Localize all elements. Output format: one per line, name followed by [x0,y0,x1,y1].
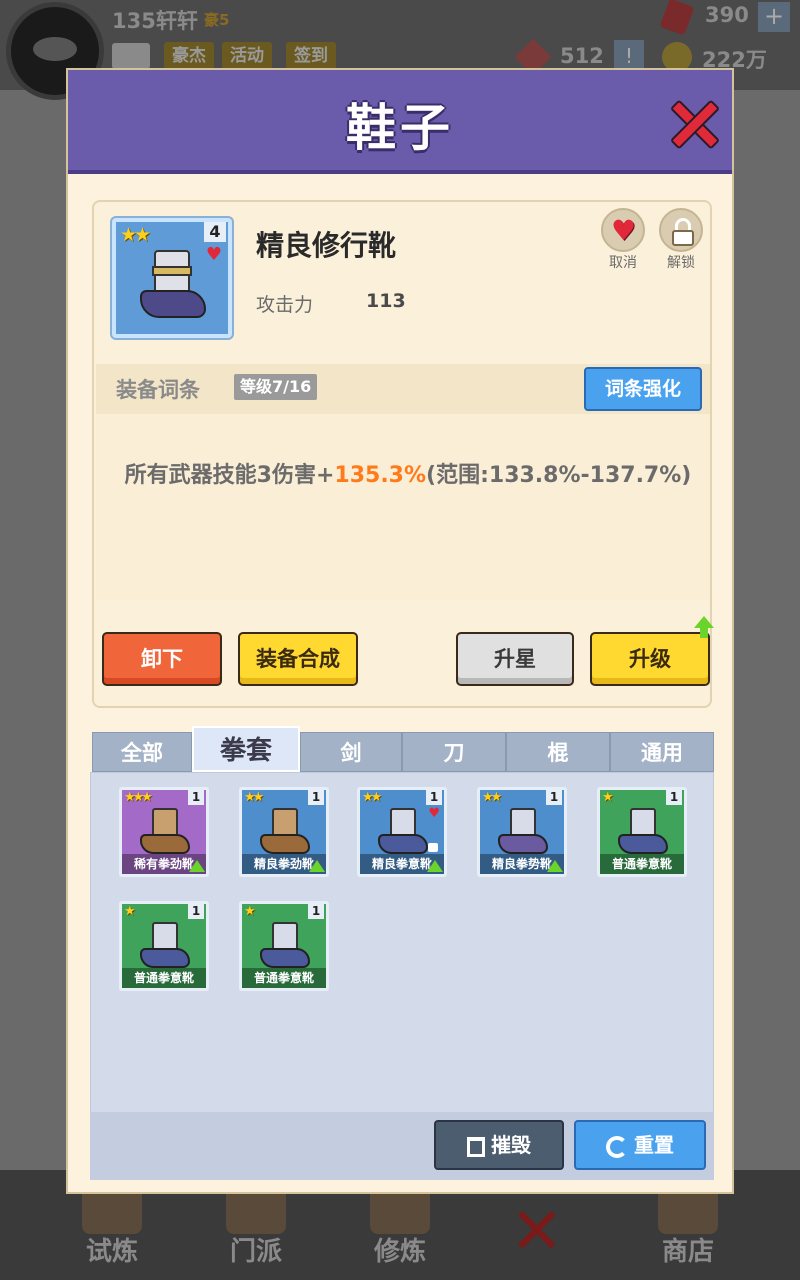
dialog-title: 鞋子 [346,99,454,157]
enhance-attribute-button[interactable]: 词条强化 [584,367,702,411]
item-quantity: 1 [666,790,682,805]
favorite-heart-icon: ♥ [428,806,440,821]
stat-label: 攻击力 [256,294,314,316]
tab-staff[interactable]: 棍 [506,732,610,772]
synthesize-button[interactable]: 装备合成 [238,632,358,686]
upgrade-button[interactable]: 升级 [590,632,710,686]
destroy-label: 摧毁 [491,1133,531,1157]
upgrade-arrow-icon [547,860,563,872]
tab-blade[interactable]: 刀 [402,732,506,772]
reset-button[interactable]: 重置 [574,1120,706,1170]
item-quantity: 1 [188,790,204,805]
close-button[interactable] [662,92,724,154]
unlock-label: 解锁 [667,255,695,271]
inventory-item[interactable]: ★★★ 1 稀有拳劲靴 [119,787,209,877]
attribute-description: 所有武器技能3伤害+135.3%(范围:133.8%-137.7%) [96,414,710,600]
item-name: 普通拳意靴 [122,968,206,988]
boot-icon [260,808,312,856]
boot-icon [140,922,192,970]
dialog-header: 鞋子 [68,70,732,174]
item-stars: ★★ [120,224,151,246]
boot-icon [140,808,192,856]
boot-icon [498,808,550,856]
nav-label: 商店 [661,1237,714,1267]
inventory-item[interactable]: ★★ 1 精良拳劲靴 [239,787,329,877]
cancel-label: 取消 [609,255,637,271]
star-up-button[interactable]: 升星 [456,632,574,686]
item-quantity: 1 [426,790,442,805]
nav-label: 试炼 [85,1237,138,1267]
item-stars: ★★ [482,790,502,805]
tab-gloves[interactable]: 拳套 [192,726,300,772]
add-gems-button[interactable]: + [758,2,790,32]
attribute-value: 135.3% [334,463,427,488]
shoes-dialog: 鞋子 ★★ 4 ♥ 精良修行靴 攻击力 113 ♥ 取消 解锁 装备词条 等级7… [66,68,734,1194]
reset-label: 重置 [634,1133,674,1157]
nav-close-icon[interactable]: ✕ [510,1195,564,1269]
upgrade-arrow-icon [309,860,325,872]
heart-icon: ♥ [611,214,637,247]
item-stars: ★ [124,904,136,919]
inventory-item[interactable]: ★ 1 普通拳意靴 [597,787,687,877]
attribute-prefix: 所有武器技能3伤害+ [124,463,335,488]
item-stars: ★★★ [124,790,153,805]
unlock-button[interactable]: 解锁 [656,208,706,272]
stat-value: 113 [366,290,406,312]
item-quantity: 1 [308,790,324,805]
tab-sword[interactable]: 剑 [300,732,402,772]
boot-icon [138,250,208,320]
item-detail-card: ★★ 4 ♥ 精良修行靴 攻击力 113 ♥ 取消 解锁 装备词条 等级7/16… [92,200,714,708]
upgrade-arrow-stem [700,628,708,638]
player-name: 135轩轩 [112,9,198,33]
tab-general[interactable]: 通用 [610,732,714,772]
destroy-button[interactable]: 摧毁 [434,1120,564,1170]
vip-level: 豪5 [204,11,230,29]
upgrade-arrow-icon [189,860,205,872]
item-stars: ★★ [362,790,382,805]
gem-count: 390 [705,3,749,27]
checkin-button[interactable]: 签到 [286,42,336,70]
heroes-button[interactable]: 豪杰 [164,42,214,70]
attribute-title: 装备词条 [116,378,200,402]
inventory-item[interactable]: ★★ 1 ♥ 精良拳意靴 [357,787,447,877]
inventory-item[interactable]: ★★ 1 精良拳势靴 [477,787,567,877]
attribute-header: 装备词条 等级7/16 词条强化 [96,364,710,414]
item-stars: ★★ [244,790,264,805]
item-quantity: 1 [188,904,204,919]
lock-icon [428,843,438,852]
item-name: 普通拳意靴 [242,968,326,988]
events-button[interactable]: 活动 [222,42,272,70]
tab-all[interactable]: 全部 [92,732,192,772]
trash-icon [467,1136,485,1157]
inventory-item[interactable]: ★ 1 普通拳意靴 [119,901,209,991]
attribute-range: (范围:133.8%-137.7%) [426,463,692,488]
inventory-item[interactable]: ★ 1 普通拳意靴 [239,901,329,991]
item-stars: ★ [244,904,256,919]
item-quantity: 1 [308,904,324,919]
token-count: 512 [560,44,604,68]
upgrade-arrow-icon [427,860,443,872]
boot-icon [378,808,430,856]
cancel-favorite-button[interactable]: ♥ 取消 [598,208,648,272]
item-stars: ★ [602,790,614,805]
nav-label: 门派 [229,1237,282,1267]
mail-icon[interactable] [112,43,150,69]
attribute-level-badge: 等级7/16 [234,374,318,400]
item-icon: ★★ 4 ♥ [112,218,232,338]
boot-icon [618,808,670,856]
boot-icon [260,922,312,970]
item-name: 精良修行靴 [256,229,397,262]
refresh-icon [606,1135,628,1158]
item-quantity: 1 [546,790,562,805]
unequip-button[interactable]: 卸下 [102,632,222,686]
favorite-heart-icon: ♥ [205,244,222,265]
category-tabs: 全部 拳套 剑 刀 棍 通用 [92,726,714,772]
avatar-face [33,37,77,61]
item-quantity: 4 [204,222,226,242]
upgrade-arrow-icon [694,616,714,628]
nav-label: 修炼 [373,1237,426,1267]
item-name: 普通拳意靴 [600,854,684,874]
attribute-text: 所有武器技能3伤害+135.3%(范围:133.8%-137.7%) [118,452,698,500]
